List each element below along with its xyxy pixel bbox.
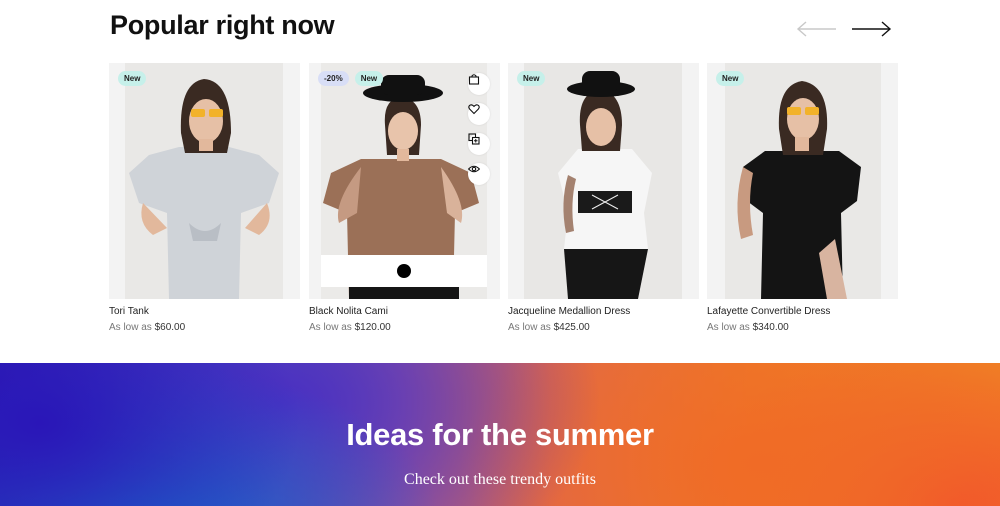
- product-image[interactable]: New: [707, 63, 898, 299]
- product-price: As low as $60.00: [109, 322, 185, 333]
- product-price: As low as $425.00: [508, 322, 590, 333]
- badge-group: -20% New: [318, 71, 384, 86]
- product-image[interactable]: New: [508, 63, 699, 299]
- product-card[interactable]: New Jacqueline Medallion Dress As low as…: [508, 63, 699, 343]
- product-card[interactable]: New Tori Tank As low as $60.00: [109, 63, 300, 343]
- badge-group: New: [517, 71, 546, 86]
- product-image[interactable]: New: [109, 63, 300, 299]
- quick-view-button[interactable]: [468, 163, 490, 185]
- product-image[interactable]: -20% New: [309, 63, 500, 299]
- new-badge: New: [354, 71, 384, 86]
- banner-title: Ideas for the summer: [346, 417, 654, 452]
- price-prefix: As low as: [508, 322, 551, 333]
- new-badge: New: [517, 71, 546, 86]
- promo-banner[interactable]: Ideas for the summer Check out these tre…: [0, 363, 1000, 506]
- next-arrow-icon[interactable]: [850, 20, 892, 38]
- product-card[interactable]: -20% New Black Nolita Cami As low as $12…: [309, 63, 500, 343]
- product-card[interactable]: New Lafayette Convertible Dress As low a…: [707, 63, 898, 343]
- product-name[interactable]: Tori Tank: [109, 306, 149, 317]
- compare-icon: [468, 133, 480, 145]
- price-prefix: As low as: [109, 322, 152, 333]
- product-name[interactable]: Black Nolita Cami: [309, 306, 388, 317]
- discount-badge: -20%: [318, 71, 349, 86]
- badge-group: New: [716, 71, 745, 86]
- wishlist-button[interactable]: [468, 103, 490, 125]
- product-name[interactable]: Lafayette Convertible Dress: [707, 306, 830, 317]
- product-name[interactable]: Jacqueline Medallion Dress: [508, 306, 630, 317]
- heart-icon: [468, 104, 480, 115]
- badge-group: New: [118, 71, 147, 86]
- banner-subtitle: Check out these trendy outfits: [404, 471, 596, 488]
- price-prefix: As low as: [309, 322, 352, 333]
- new-badge: New: [118, 71, 147, 86]
- product-price: As low as $120.00: [309, 322, 391, 333]
- color-swatch-black[interactable]: [397, 264, 411, 278]
- price-amount: $425.00: [553, 322, 590, 333]
- add-to-cart-button[interactable]: [468, 73, 490, 95]
- section-header: Popular right now: [110, 8, 892, 48]
- section-title: Popular right now: [110, 10, 335, 40]
- product-carousel: New Tori Tank As low as $60.00 -20% New …: [109, 63, 899, 343]
- previous-arrow-icon[interactable]: [796, 20, 838, 38]
- price-prefix: As low as: [707, 322, 750, 333]
- color-swatch-bar: [321, 255, 487, 287]
- cart-icon: [468, 74, 480, 85]
- compare-button[interactable]: [468, 133, 490, 155]
- price-amount: $60.00: [154, 322, 186, 333]
- eye-icon: [468, 165, 480, 173]
- price-amount: $120.00: [354, 322, 391, 333]
- new-badge: New: [716, 71, 745, 86]
- price-amount: $340.00: [752, 322, 789, 333]
- product-price: As low as $340.00: [707, 322, 789, 333]
